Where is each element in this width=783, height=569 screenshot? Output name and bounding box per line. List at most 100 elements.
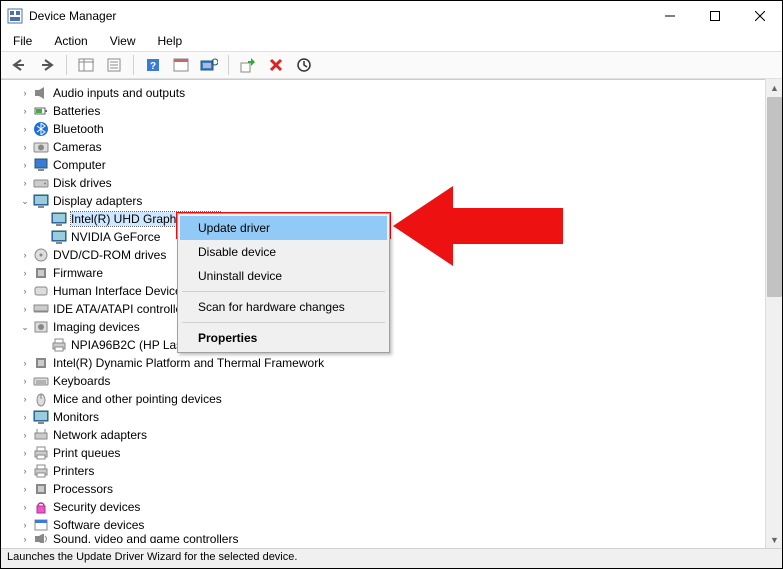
tree-row[interactable]: ›Printers: [1, 462, 765, 480]
tree-label: Keyboards: [53, 374, 116, 388]
expand-icon[interactable]: ›: [19, 250, 31, 260]
printer-icon: [51, 337, 67, 353]
context-menu-item[interactable]: Uninstall device: [180, 264, 387, 288]
scroll-down-arrow[interactable]: ▼: [766, 531, 783, 548]
titlebar: Device Manager: [1, 1, 782, 31]
expand-icon[interactable]: ›: [19, 466, 31, 476]
tree-row[interactable]: ›Security devices: [1, 498, 765, 516]
expand-icon[interactable]: ›: [19, 412, 31, 422]
expand-icon[interactable]: ›: [19, 286, 31, 296]
tree-label: Computer: [53, 158, 112, 172]
uninstall-button[interactable]: [264, 54, 288, 76]
scan-hardware-button[interactable]: [197, 54, 221, 76]
scroll-thumb[interactable]: [767, 97, 782, 297]
minimize-button[interactable]: [647, 1, 692, 31]
keyboard-icon: [33, 373, 49, 389]
tree-row[interactable]: ›Intel(R) Dynamic Platform and Thermal F…: [1, 354, 765, 372]
action-button[interactable]: [169, 54, 193, 76]
context-menu-item[interactable]: Update driver: [180, 216, 387, 240]
tree-row[interactable]: › Disk drives: [1, 174, 765, 192]
disable-button[interactable]: [292, 54, 316, 76]
ide-icon: [33, 301, 49, 317]
tree-label: Cameras: [53, 140, 108, 154]
vertical-scrollbar[interactable]: ▲ ▼: [765, 79, 782, 548]
tree-row[interactable]: ›Batteries: [1, 102, 765, 120]
scroll-up-arrow[interactable]: ▲: [766, 79, 783, 96]
expand-icon[interactable]: ›: [19, 448, 31, 458]
tree-row[interactable]: › Audio inputs and outputs: [1, 84, 765, 102]
tree-label: Software devices: [53, 518, 150, 532]
expand-icon[interactable]: ›: [19, 484, 31, 494]
tree-label: Mice and other pointing devices: [53, 392, 228, 406]
tree-label: Monitors: [53, 410, 105, 424]
toolbar-separator: [228, 55, 229, 75]
tree-row[interactable]: ⌄ Display adapters: [1, 192, 765, 210]
app-icon: [7, 8, 23, 24]
expand-icon[interactable]: ›: [19, 534, 31, 543]
context-menu-item[interactable]: Disable device: [180, 240, 387, 264]
expand-icon[interactable]: ›: [19, 268, 31, 278]
tree-row[interactable]: › Monitors: [1, 408, 765, 426]
forward-button[interactable]: [35, 54, 59, 76]
status-text: Launches the Update Driver Wizard for th…: [7, 551, 297, 563]
tree-label: NVIDIA GeForce: [71, 230, 166, 244]
tree-row[interactable]: › Processors: [1, 480, 765, 498]
menu-help[interactable]: Help: [154, 32, 187, 50]
maximize-button[interactable]: [692, 1, 737, 31]
expand-icon[interactable]: ›: [19, 178, 31, 188]
collapse-icon[interactable]: ⌄: [19, 322, 31, 333]
help-button[interactable]: ?: [141, 54, 165, 76]
close-button[interactable]: [737, 1, 782, 31]
collapse-icon[interactable]: ⌄: [19, 196, 31, 207]
context-menu: Update driverDisable deviceUninstall dev…: [177, 213, 390, 353]
expand-icon[interactable]: ›: [19, 430, 31, 440]
expand-icon[interactable]: ›: [19, 304, 31, 314]
mouse-icon: [33, 391, 49, 407]
gpu-icon: [51, 229, 67, 245]
tree-row[interactable]: › Software devices: [1, 516, 765, 534]
tree-label: Firmware: [53, 266, 109, 280]
tree-row[interactable]: › Bluetooth: [1, 120, 765, 138]
expand-icon[interactable]: ›: [19, 502, 31, 512]
tree-row[interactable]: › Cameras: [1, 138, 765, 156]
tree-row[interactable]: ›Network adapters: [1, 426, 765, 444]
expand-icon[interactable]: ›: [19, 106, 31, 116]
bluetooth-icon: [33, 121, 49, 137]
menu-action[interactable]: Action: [50, 32, 91, 50]
tree-label: Processors: [53, 482, 119, 496]
tree-label: DVD/CD-ROM drives: [53, 248, 172, 262]
tree-row[interactable]: › Mice and other pointing devices: [1, 390, 765, 408]
expand-icon[interactable]: ›: [19, 394, 31, 404]
context-menu-item[interactable]: Properties: [180, 326, 387, 350]
svg-text:?: ?: [150, 61, 156, 72]
software-icon: [33, 517, 49, 533]
expand-icon[interactable]: ›: [19, 358, 31, 368]
menu-view[interactable]: View: [106, 32, 140, 50]
tree-row[interactable]: ›Sound, video and game controllers: [1, 534, 765, 543]
expand-icon[interactable]: ›: [19, 160, 31, 170]
toolbar-separator: [66, 55, 67, 75]
tree-row[interactable]: › Keyboards: [1, 372, 765, 390]
expand-icon[interactable]: ›: [19, 520, 31, 530]
tree-row[interactable]: › Computer: [1, 156, 765, 174]
update-driver-button[interactable]: [236, 54, 260, 76]
context-menu-separator: [182, 322, 385, 323]
menu-file[interactable]: File: [9, 32, 36, 50]
expand-icon[interactable]: ›: [19, 124, 31, 134]
display-icon: [33, 193, 49, 209]
tree-label: Audio inputs and outputs: [53, 86, 191, 100]
properties-button[interactable]: [102, 54, 126, 76]
tree-label: Disk drives: [53, 176, 118, 190]
show-hide-tree-button[interactable]: [74, 54, 98, 76]
back-button[interactable]: [7, 54, 31, 76]
tree-label: Display adapters: [53, 194, 148, 208]
disk-icon: [33, 175, 49, 191]
audio-icon: [33, 85, 49, 101]
chip-icon: [33, 355, 49, 371]
context-menu-item[interactable]: Scan for hardware changes: [180, 295, 387, 319]
expand-icon[interactable]: ›: [19, 142, 31, 152]
tree-row[interactable]: ›Print queues: [1, 444, 765, 462]
tree-label: Bluetooth: [53, 122, 110, 136]
expand-icon[interactable]: ›: [19, 376, 31, 386]
expand-icon[interactable]: ›: [19, 88, 31, 98]
